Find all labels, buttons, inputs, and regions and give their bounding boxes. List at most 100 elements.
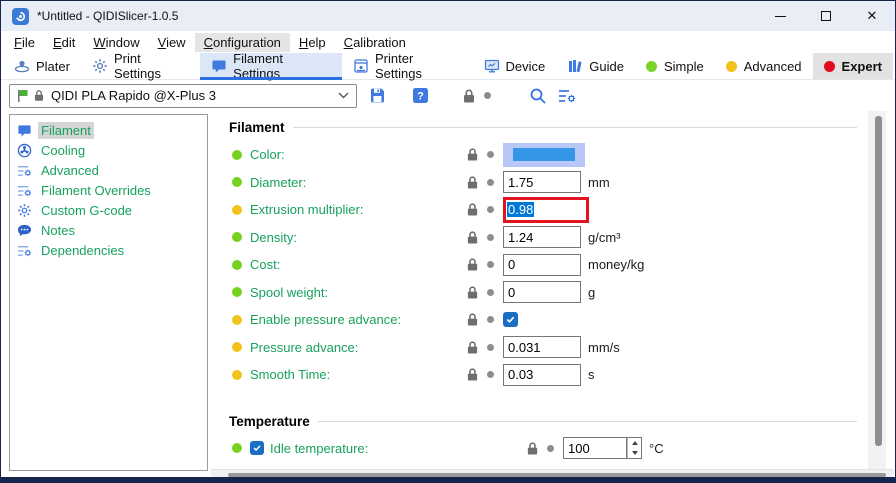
- lock-icon[interactable]: [462, 88, 476, 104]
- lock-icon[interactable]: [466, 202, 487, 217]
- option-level-dot: [232, 443, 242, 453]
- option-row-idle-temperature: Idle temperature: °C: [229, 435, 869, 463]
- revert-dot-icon[interactable]: [487, 179, 503, 186]
- lock-icon[interactable]: [466, 312, 487, 327]
- pressure-advance-input[interactable]: [503, 336, 581, 358]
- smooth-time-input[interactable]: [503, 364, 581, 386]
- sidebar-item-advanced[interactable]: Advanced: [10, 160, 207, 180]
- lock-icon[interactable]: [466, 230, 487, 245]
- option-label: Smooth Time:: [250, 367, 466, 382]
- settings-page: Filament Color: Diameter: mm: [211, 111, 869, 469]
- sidebar-item-filament[interactable]: Filament: [10, 120, 207, 140]
- section-temperature: Temperature: [229, 414, 869, 429]
- sidebar-item-label: Cooling: [38, 142, 88, 159]
- tab-printer-settings[interactable]: Printer Settings: [342, 53, 473, 79]
- mode-simple[interactable]: Simple: [635, 53, 715, 79]
- printer-icon: [353, 58, 369, 74]
- lock-icon[interactable]: [466, 175, 487, 190]
- tab-device[interactable]: Device: [473, 53, 557, 79]
- preset-combobox[interactable]: QIDI PLA Rapido @X-Plus 3: [9, 84, 357, 108]
- lock-icon[interactable]: [466, 367, 487, 382]
- sidebar-item-label: Advanced: [38, 162, 102, 179]
- expert-mode-dot-icon: [824, 61, 835, 72]
- revert-dot-icon[interactable]: [487, 344, 503, 351]
- sidebar-item-notes[interactable]: Notes: [10, 220, 207, 240]
- mode-advanced[interactable]: Advanced: [715, 53, 813, 79]
- menu-help[interactable]: Help: [290, 33, 335, 52]
- color-swatch[interactable]: [503, 143, 585, 167]
- sidebar-item-dependencies[interactable]: Dependencies: [10, 240, 207, 260]
- revert-dot-icon[interactable]: [487, 371, 503, 378]
- app-logo-icon: [12, 8, 29, 25]
- sidebar-item-filament-overrides[interactable]: Filament Overrides: [10, 180, 207, 200]
- idle-temperature-spinner: [563, 437, 642, 459]
- chevron-down-icon: [338, 92, 349, 99]
- app-window: *Untitled - QIDISlicer-1.0.5 ✕ File Edit…: [0, 0, 896, 483]
- sidebar-item-label: Dependencies: [38, 242, 127, 259]
- density-input[interactable]: [503, 226, 581, 248]
- sidebar-item-cooling[interactable]: Cooling: [10, 140, 207, 160]
- sliders-gear-icon: [16, 162, 32, 178]
- tab-plater[interactable]: Plater: [3, 53, 81, 79]
- menu-calibration[interactable]: Calibration: [335, 33, 415, 52]
- search-button[interactable]: [529, 87, 547, 105]
- tab-filament-settings[interactable]: Filament Settings: [200, 53, 342, 79]
- spool-weight-input[interactable]: [503, 281, 581, 303]
- option-level-dot: [232, 370, 242, 380]
- lock-icon[interactable]: [466, 285, 487, 300]
- lock-icon[interactable]: [466, 340, 487, 355]
- compare-settings-icon[interactable]: [558, 88, 577, 104]
- spin-up-button[interactable]: [628, 438, 641, 448]
- tab-label: Filament Settings: [233, 51, 331, 81]
- lock-icon[interactable]: [466, 257, 487, 272]
- sidebar-item-label: Custom G-code: [38, 202, 135, 219]
- menu-file[interactable]: File: [5, 33, 44, 52]
- revert-dot-icon[interactable]: [487, 206, 503, 213]
- diameter-input[interactable]: [503, 171, 581, 193]
- window-title: *Untitled - QIDISlicer-1.0.5: [37, 9, 178, 23]
- minimize-button[interactable]: [757, 1, 803, 31]
- menu-configuration[interactable]: Configuration: [195, 33, 290, 52]
- tab-print-settings[interactable]: Print Settings: [81, 53, 200, 79]
- revert-dot-icon[interactable]: [547, 445, 563, 452]
- menu-view[interactable]: View: [149, 33, 195, 52]
- revert-dot-icon[interactable]: [487, 234, 503, 241]
- option-row-diameter: Diameter: mm: [229, 169, 869, 197]
- lock-icon[interactable]: [526, 441, 547, 456]
- tab-guide[interactable]: Guide: [556, 53, 635, 79]
- revert-dot-icon[interactable]: [484, 92, 491, 99]
- close-button[interactable]: ✕: [849, 1, 895, 31]
- menu-edit[interactable]: Edit: [44, 33, 84, 52]
- mode-expert[interactable]: Expert: [813, 53, 893, 79]
- help-button[interactable]: ?: [412, 87, 429, 104]
- unit-label: mm: [588, 175, 610, 190]
- revert-dot-icon[interactable]: [487, 261, 503, 268]
- enable-pressure-advance-checkbox[interactable]: [503, 312, 518, 327]
- vertical-scrollbar[interactable]: [868, 111, 886, 469]
- maximize-button[interactable]: [803, 1, 849, 31]
- vertical-scrollbar-thumb[interactable]: [875, 116, 882, 446]
- title-bar: *Untitled - QIDISlicer-1.0.5 ✕: [1, 1, 895, 31]
- option-label: Idle temperature:: [270, 441, 506, 456]
- idle-temperature-enable-checkbox[interactable]: [250, 441, 264, 455]
- save-preset-button[interactable]: [369, 87, 386, 104]
- revert-dot-icon[interactable]: [487, 316, 503, 323]
- revert-dot-icon[interactable]: [487, 151, 503, 158]
- extrusion-multiplier-input[interactable]: 0.98: [503, 197, 589, 223]
- unit-label: s: [588, 367, 595, 382]
- revert-dot-icon[interactable]: [487, 289, 503, 296]
- sidebar-item-label: Filament: [38, 122, 94, 139]
- unit-label: mm/s: [588, 340, 620, 355]
- menu-window[interactable]: Window: [84, 33, 148, 52]
- idle-temperature-input[interactable]: [563, 437, 627, 459]
- preset-lock-icon: [33, 89, 45, 102]
- lock-icon[interactable]: [466, 147, 487, 162]
- option-label: Diameter:: [250, 175, 466, 190]
- option-row-pressure-advance: Pressure advance: mm/s: [229, 334, 869, 362]
- option-label: Extrusion multiplier:: [250, 202, 466, 217]
- sidebar-item-custom-gcode[interactable]: Custom G-code: [10, 200, 207, 220]
- unit-label: g: [588, 285, 595, 300]
- option-label: Pressure advance:: [250, 340, 466, 355]
- spin-down-button[interactable]: [628, 448, 641, 458]
- cost-input[interactable]: [503, 254, 581, 276]
